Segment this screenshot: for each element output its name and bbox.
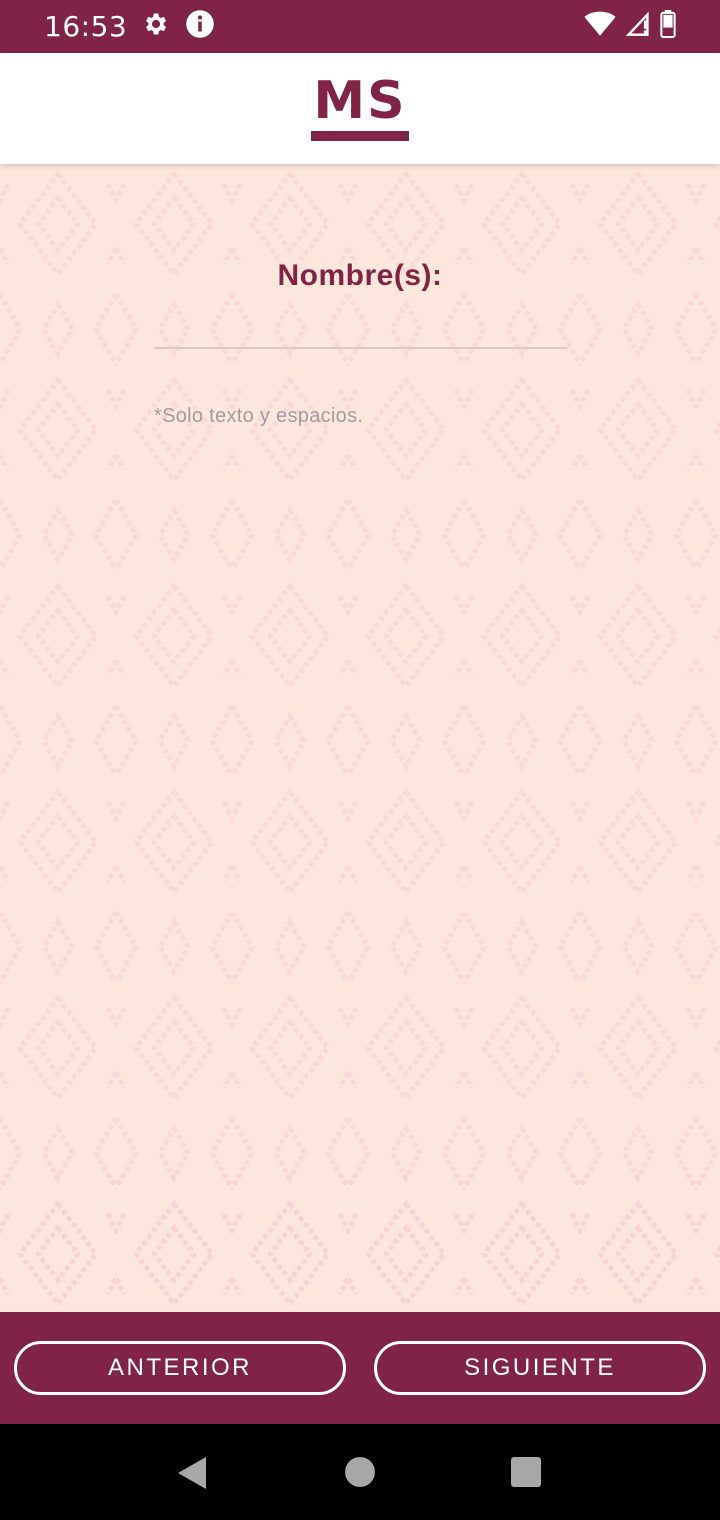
recents-icon[interactable] <box>510 1456 542 1493</box>
next-button[interactable]: SIGUIENTE <box>374 1341 706 1395</box>
form-content: Nombre(s): *Solo texto y espacios. <box>0 164 720 1312</box>
status-time: 16:53 <box>44 10 128 43</box>
name-input[interactable] <box>154 314 567 349</box>
logo-text: MS <box>313 70 407 131</box>
input-hint: *Solo texto y espacios. <box>154 405 364 427</box>
bottom-button-bar: ANTERIOR SIGUIENTE <box>0 1312 720 1424</box>
name-field-label: Nombre(s): <box>277 259 443 292</box>
system-navigation-bar <box>0 1424 720 1520</box>
previous-button[interactable]: ANTERIOR <box>14 1341 346 1395</box>
battery-icon <box>660 10 676 43</box>
back-icon[interactable] <box>176 1456 208 1495</box>
logo-underline <box>311 130 409 141</box>
info-icon <box>185 9 215 44</box>
settings-icon <box>141 10 169 43</box>
app-header: MS <box>0 53 720 164</box>
app-logo: MS <box>311 70 409 141</box>
home-icon[interactable] <box>344 1456 376 1493</box>
signal-icon <box>625 11 650 42</box>
status-bar: 16:53 <box>0 0 720 53</box>
wifi-icon <box>584 11 616 42</box>
